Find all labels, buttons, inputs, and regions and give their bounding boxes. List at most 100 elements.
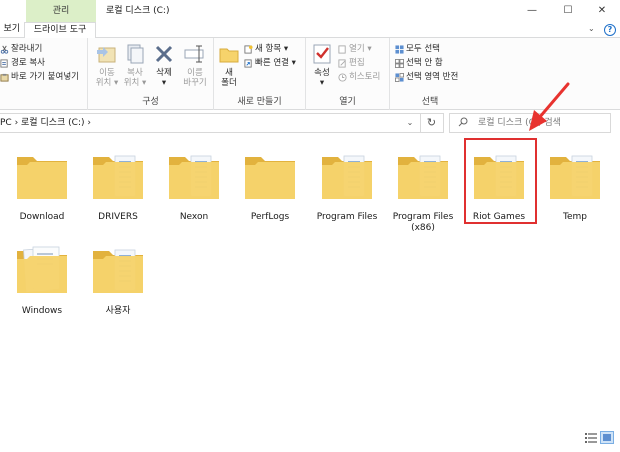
scissors-icon <box>0 45 9 54</box>
folder-icon <box>13 147 71 205</box>
breadcrumb[interactable]: PC › 로컬 디스크 (C:) › <box>0 114 91 132</box>
properties-dropdown-label: ▾ <box>319 78 325 88</box>
paste-shortcut-icon <box>0 73 9 82</box>
copy-to-button[interactable]: 복사 위치 ▾ <box>120 42 150 88</box>
delete-dropdown-label: ▾ <box>161 78 167 88</box>
rename-label-1: 이름 <box>187 68 203 78</box>
delete-label: 삭제 <box>156 68 172 78</box>
copy-path-button[interactable]: 경로 복사 <box>0 57 45 69</box>
paste-shortcut-button[interactable]: 바로 가기 붙여넣기 <box>0 71 79 83</box>
open-group-label: 열기 <box>339 97 356 107</box>
copy-to-label-2: 위치 ▾ <box>123 78 147 88</box>
details-view-icon[interactable] <box>585 432 597 443</box>
new-item-label: 새 항목 ▾ <box>255 44 289 54</box>
refresh-icon[interactable]: ↻ <box>420 114 442 132</box>
copy-to-icon <box>123 42 147 66</box>
folder-label: PerfLogs <box>250 212 290 222</box>
folder-label: 사용자 <box>105 306 131 316</box>
title-bar: 관리 로컬 디스크 (C:) — ☐ ✕ <box>0 0 620 22</box>
minimize-button[interactable]: — <box>514 0 550 22</box>
properties-check-icon <box>310 42 334 66</box>
folder-icon <box>394 147 452 205</box>
help-icon[interactable]: ? <box>604 24 616 36</box>
edit-button[interactable]: 편집 <box>338 57 365 69</box>
folder-icon <box>241 147 299 205</box>
folder-label: Nexon <box>179 212 209 222</box>
folder-label: Windows <box>21 306 63 316</box>
easy-access-button[interactable]: 빠른 연결 ▾ <box>244 57 296 69</box>
address-bar[interactable]: PC › 로컬 디스크 (C:) › ⌄ ↻ <box>0 113 444 133</box>
new-item-icon <box>244 44 253 54</box>
tab-drive-tools[interactable]: 드라이브 도구 <box>24 22 96 39</box>
copy-to-label-1: 복사 <box>127 68 143 78</box>
folder-item[interactable]: DRIVERS <box>81 139 155 229</box>
new-group: 새 폴더 새 항목 ▾ 빠른 연결 ▾ 새로 만들기 <box>214 38 306 110</box>
folder-item[interactable]: Program Files (x86) <box>386 139 460 233</box>
properties-button[interactable]: 속성 ▾ <box>308 42 336 88</box>
new-group-label: 새로 만들기 <box>237 97 282 107</box>
folder-icon <box>13 241 71 299</box>
history-label: 히스토리 <box>349 72 381 82</box>
address-row: PC › 로컬 디스크 (C:) › ⌄ ↻ 로컬 디스크 (C:) 검색 <box>0 110 620 136</box>
select-group-label: 선택 <box>421 97 439 107</box>
new-folder-label-1: 새 <box>225 68 233 78</box>
close-button[interactable]: ✕ <box>584 0 620 22</box>
folder-item[interactable]: Nexon <box>157 139 231 229</box>
edit-icon <box>338 58 346 68</box>
select-none-button[interactable]: 선택 안 함 <box>395 57 443 69</box>
folder-label: Program Files (x86) <box>392 212 454 233</box>
move-to-button[interactable]: 이동 위치 ▾ <box>92 42 122 88</box>
window-title: 로컬 디스크 (C:) <box>106 6 170 16</box>
rename-button[interactable]: 이름 바꾸기 <box>180 42 210 88</box>
move-to-icon <box>95 42 119 66</box>
paste-shortcut-label: 바로 가기 붙여넣기 <box>11 72 79 82</box>
folder-item[interactable]: PerfLogs <box>233 139 307 229</box>
folder-item[interactable]: Program Files <box>310 139 384 229</box>
select-all-icon <box>395 44 404 54</box>
folder-item[interactable]: Download <box>5 139 79 229</box>
open-icon <box>338 44 346 54</box>
select-none-icon <box>395 58 404 68</box>
search-placeholder: 로컬 디스크 (C:) 검색 <box>478 118 561 128</box>
new-folder-icon <box>217 42 241 66</box>
copy-path-icon <box>0 58 8 68</box>
manage-context-tab[interactable]: 관리 <box>26 0 96 22</box>
invert-selection-button[interactable]: 선택 영역 반전 <box>395 71 458 83</box>
new-folder-label-2: 폴더 <box>221 78 237 88</box>
ribbon: 잘라내기 경로 복사 바로 가기 붙여넣기 이동 위치 ▾ 복사 위치 ▾ 삭제… <box>0 38 620 110</box>
cut-button[interactable]: 잘라내기 <box>0 43 42 55</box>
folder-icon <box>318 147 376 205</box>
folder-item[interactable]: Temp <box>538 139 612 229</box>
select-group: 모두 선택 선택 안 함 선택 영역 반전 선택 <box>390 38 470 110</box>
organize-group: 이동 위치 ▾ 복사 위치 ▾ 삭제 ▾ 이름 바꾸기 구성 <box>88 38 214 110</box>
search-input[interactable]: 로컬 디스크 (C:) 검색 <box>449 113 611 133</box>
folder-label: Temp <box>563 212 587 222</box>
ribbon-collapse-icon[interactable]: ⌄ <box>588 24 595 33</box>
folder-item[interactable]: Windows <box>5 233 79 323</box>
invert-selection-label: 선택 영역 반전 <box>406 72 459 82</box>
select-none-label: 선택 안 함 <box>406 58 443 68</box>
folder-icon <box>165 147 223 205</box>
address-dropdown-icon[interactable]: ⌄ <box>403 114 417 132</box>
select-all-label: 모두 선택 <box>406 44 440 54</box>
new-item-button[interactable]: 새 항목 ▾ <box>244 43 288 55</box>
properties-label: 속성 <box>314 68 330 78</box>
folder-label: DRIVERS <box>98 212 138 222</box>
large-icons-view-icon[interactable] <box>600 431 614 444</box>
folder-icon <box>89 147 147 205</box>
folder-icon <box>546 147 604 205</box>
open-button[interactable]: 열기 ▾ <box>338 43 372 55</box>
tab-view[interactable]: 보기 <box>0 22 20 38</box>
edit-label: 편집 <box>349 58 365 68</box>
cut-label: 잘라내기 <box>11 44 43 54</box>
move-to-label-2: 위치 ▾ <box>95 78 119 88</box>
history-button[interactable]: 히스토리 <box>338 71 380 83</box>
select-all-button[interactable]: 모두 선택 <box>395 43 440 55</box>
rename-icon <box>183 42 207 66</box>
move-to-label-1: 이동 <box>99 68 115 78</box>
delete-button[interactable]: 삭제 ▾ <box>150 42 178 88</box>
maximize-button[interactable]: ☐ <box>550 0 586 22</box>
folder-item[interactable]: 사용자 <box>81 233 155 323</box>
organize-group-label: 구성 <box>142 97 159 107</box>
new-folder-button[interactable]: 새 폴더 <box>216 42 242 88</box>
